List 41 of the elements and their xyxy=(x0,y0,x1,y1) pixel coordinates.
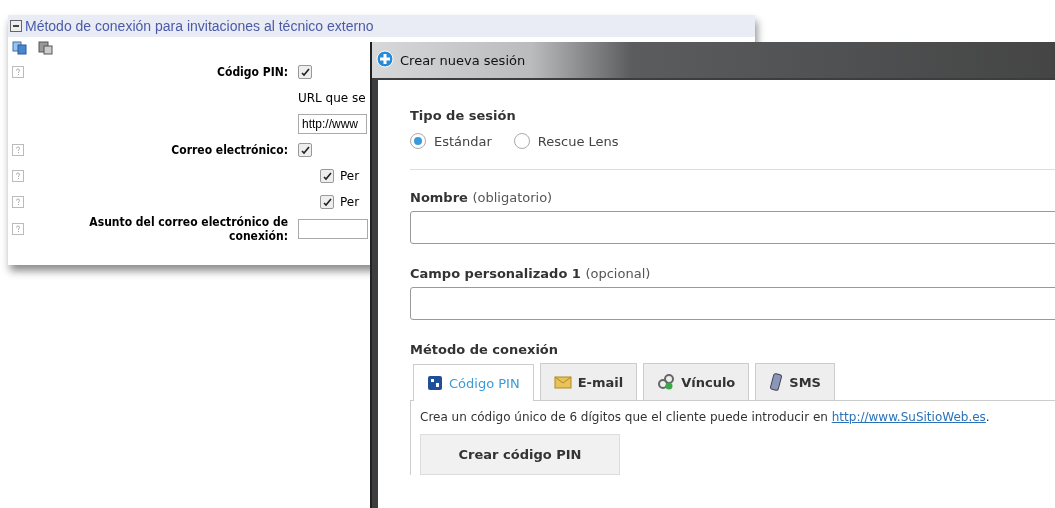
tab[interactable]: SMS xyxy=(755,363,835,400)
help-icon[interactable] xyxy=(12,196,24,208)
help-icon[interactable] xyxy=(12,66,24,78)
field-label: Asunto del correo electrónico de conexión: xyxy=(89,215,288,243)
checkbox-label: Per xyxy=(340,195,360,209)
field-label: Campo personalizado 1 (opcional) xyxy=(410,266,652,281)
paste-icon[interactable] xyxy=(38,40,54,56)
text-field[interactable] xyxy=(410,287,1055,320)
collapse-icon[interactable] xyxy=(10,20,22,32)
help-icon[interactable] xyxy=(12,170,24,182)
field-label: Código PIN: xyxy=(217,65,288,79)
help-icon[interactable] xyxy=(12,223,24,235)
section-header: Método de conexión para invitaciones al técnico externo xyxy=(25,18,374,34)
envelope-icon xyxy=(553,375,572,389)
field-label: URL que se xyxy=(298,91,366,105)
window-title: Crear nueva sesión xyxy=(400,52,526,68)
copy-icon[interactable] xyxy=(12,40,28,56)
field-label: Correo electrónico: xyxy=(171,143,288,157)
link[interactable]: http://www.SuSitioWeb.es xyxy=(831,410,986,424)
checkbox-label: Per xyxy=(340,169,360,183)
checkbox[interactable] xyxy=(298,65,312,79)
subject-field[interactable] xyxy=(298,219,368,239)
section-label: Método de conexión xyxy=(410,342,560,357)
section-label: Tipo de sesión xyxy=(410,108,517,123)
chain-icon xyxy=(657,374,676,390)
plus-icon xyxy=(376,49,394,71)
checkbox[interactable] xyxy=(320,195,334,209)
create-pin-button[interactable]: Crear código PIN xyxy=(420,434,620,475)
tab[interactable]: E-mail xyxy=(539,363,638,400)
phone-icon xyxy=(769,373,784,391)
url-field[interactable]: http://www xyxy=(298,114,367,134)
tab[interactable]: Vínculo xyxy=(643,363,750,400)
description-text: Crea un código único de 6 dígitos que el cliente puede introducir en http://www.SuSitioWeb.es. xyxy=(420,410,991,424)
radio-option[interactable]: Estándar xyxy=(410,133,492,149)
text-field[interactable] xyxy=(410,211,1055,244)
checkbox[interactable] xyxy=(320,169,334,183)
keypad-icon xyxy=(427,375,443,391)
radio-option[interactable]: Rescue Lens xyxy=(513,133,619,149)
field-label: Nombre (obligatorio) xyxy=(410,190,554,205)
checkbox[interactable] xyxy=(298,143,312,157)
help-icon[interactable] xyxy=(12,144,24,156)
